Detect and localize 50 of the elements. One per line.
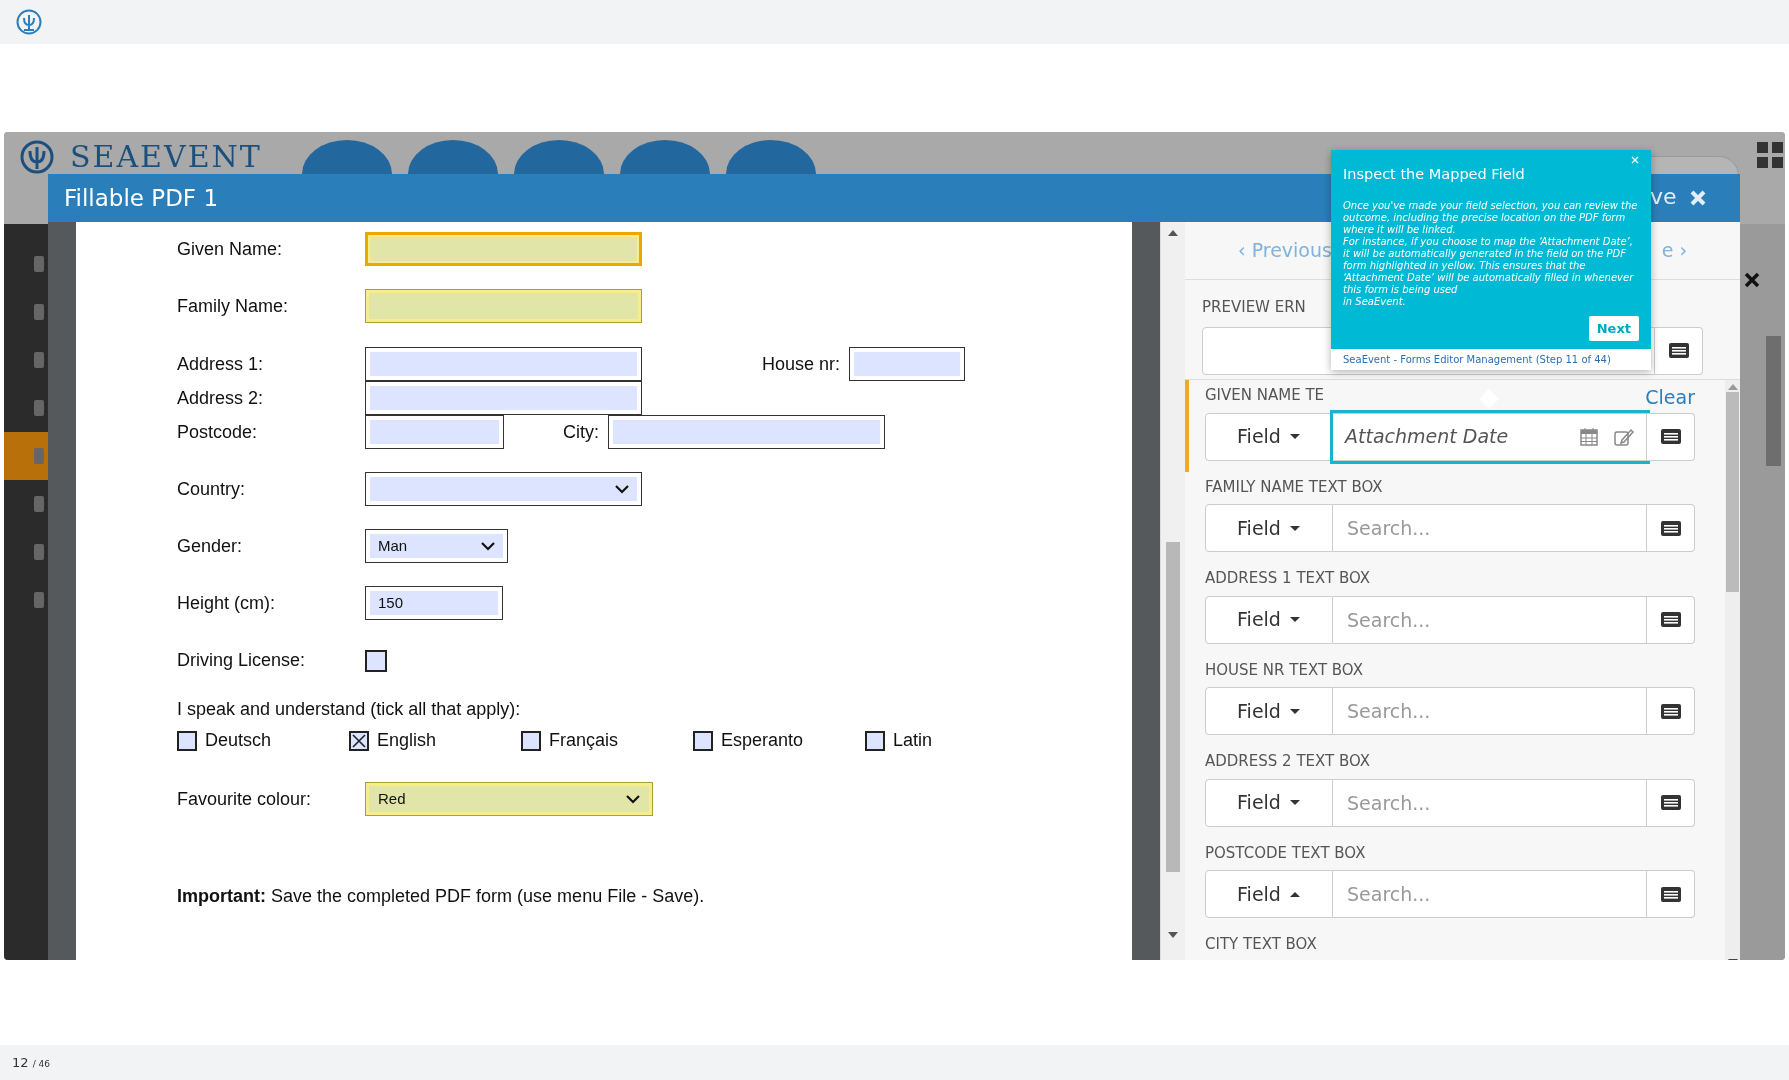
option-label: English (377, 729, 437, 752)
important-note: Important: Save the completed PDF form (use menu File - Save). (177, 885, 706, 908)
field-label: Country: (177, 477, 247, 501)
field-label: Height (cm): (177, 591, 276, 615)
option-label: Latin (893, 729, 933, 752)
field-label: City: (562, 420, 599, 444)
field-dropdown[interactable]: Field (1205, 870, 1333, 918)
group-label: FAMILY NAME TEXT BOX (1205, 476, 1383, 498)
field-label: Favourite colour: (177, 787, 313, 811)
logo-text: SEAEVENT (70, 142, 262, 172)
step-caption: SeaEvent - Forms Editor Management (Step 11 of 44) (1342, 353, 1612, 368)
search-field[interactable]: Search... (1333, 870, 1647, 918)
dropdown-field[interactable]: Red (365, 782, 653, 816)
date-field[interactable]: Attachment Date (1333, 412, 1647, 461)
group-label: GIVEN NAME TE (1205, 385, 1325, 406)
field-dropdown[interactable]: Field (1205, 412, 1333, 461)
search-field[interactable]: Search... (1333, 778, 1647, 827)
field-label: PREVIEW ERN (1202, 297, 1306, 318)
group-label: CITY TEXT BOX (1205, 934, 1317, 955)
popover-text: Once you've made your field selection, you can review the outcome, including the precise location on the PDF form where it will be linked. For instance, if you choose to map the ‘Attachment Date’, it will be automatically generated in the field on the PDF form highlighted in yellow. This ensures that the ‘Attachment Date’ will be automatically filled in whenever this form is being used in SeaEvent. (1343, 199, 1639, 308)
page-counter: 12 / 46 (12, 1053, 51, 1072)
field-label: Postcode: (177, 420, 259, 444)
option-label: Deutsch (205, 729, 272, 752)
field-label: Gender: (177, 534, 244, 558)
group-label: I speak and understand (tick all that apply): (177, 698, 522, 721)
search-field[interactable]: Search... (1333, 595, 1647, 644)
modal-title: Fillable PDF 1 (64, 183, 219, 213)
field-label: Address 1: (177, 352, 265, 376)
group-label: ADDRESS 2 TEXT BOX (1205, 751, 1371, 772)
field-dropdown[interactable]: Field (1205, 778, 1333, 827)
option-label: Esperanto (721, 729, 804, 752)
text-field[interactable]: 150 (365, 586, 503, 620)
clear-link[interactable]: Clear (1645, 387, 1695, 407)
field-label: Given Name: (177, 237, 284, 261)
search-field[interactable]: Search... (1333, 504, 1647, 552)
dropdown-field[interactable]: Man (365, 529, 508, 563)
field-label: House nr: (760, 352, 840, 376)
option-label: Français (549, 729, 619, 752)
field-label: Address 2: (177, 386, 265, 410)
field-dropdown[interactable]: Field (1205, 504, 1333, 552)
group-label: ADDRESS 1 TEXT BOX (1205, 568, 1371, 589)
popover-title: Inspect the Mapped Field (1343, 165, 1526, 184)
field-dropdown[interactable]: Field (1205, 687, 1333, 735)
group-label: POSTCODE TEXT BOX (1205, 842, 1366, 864)
save-button[interactable]: ve (1650, 180, 1677, 213)
field-label: Driving License: (177, 649, 307, 672)
field-label: Family Name: (177, 294, 289, 318)
search-field[interactable]: Search... (1333, 687, 1647, 735)
field-dropdown[interactable]: Field (1205, 595, 1333, 644)
group-label: HOUSE NR TEXT BOX (1205, 659, 1363, 681)
